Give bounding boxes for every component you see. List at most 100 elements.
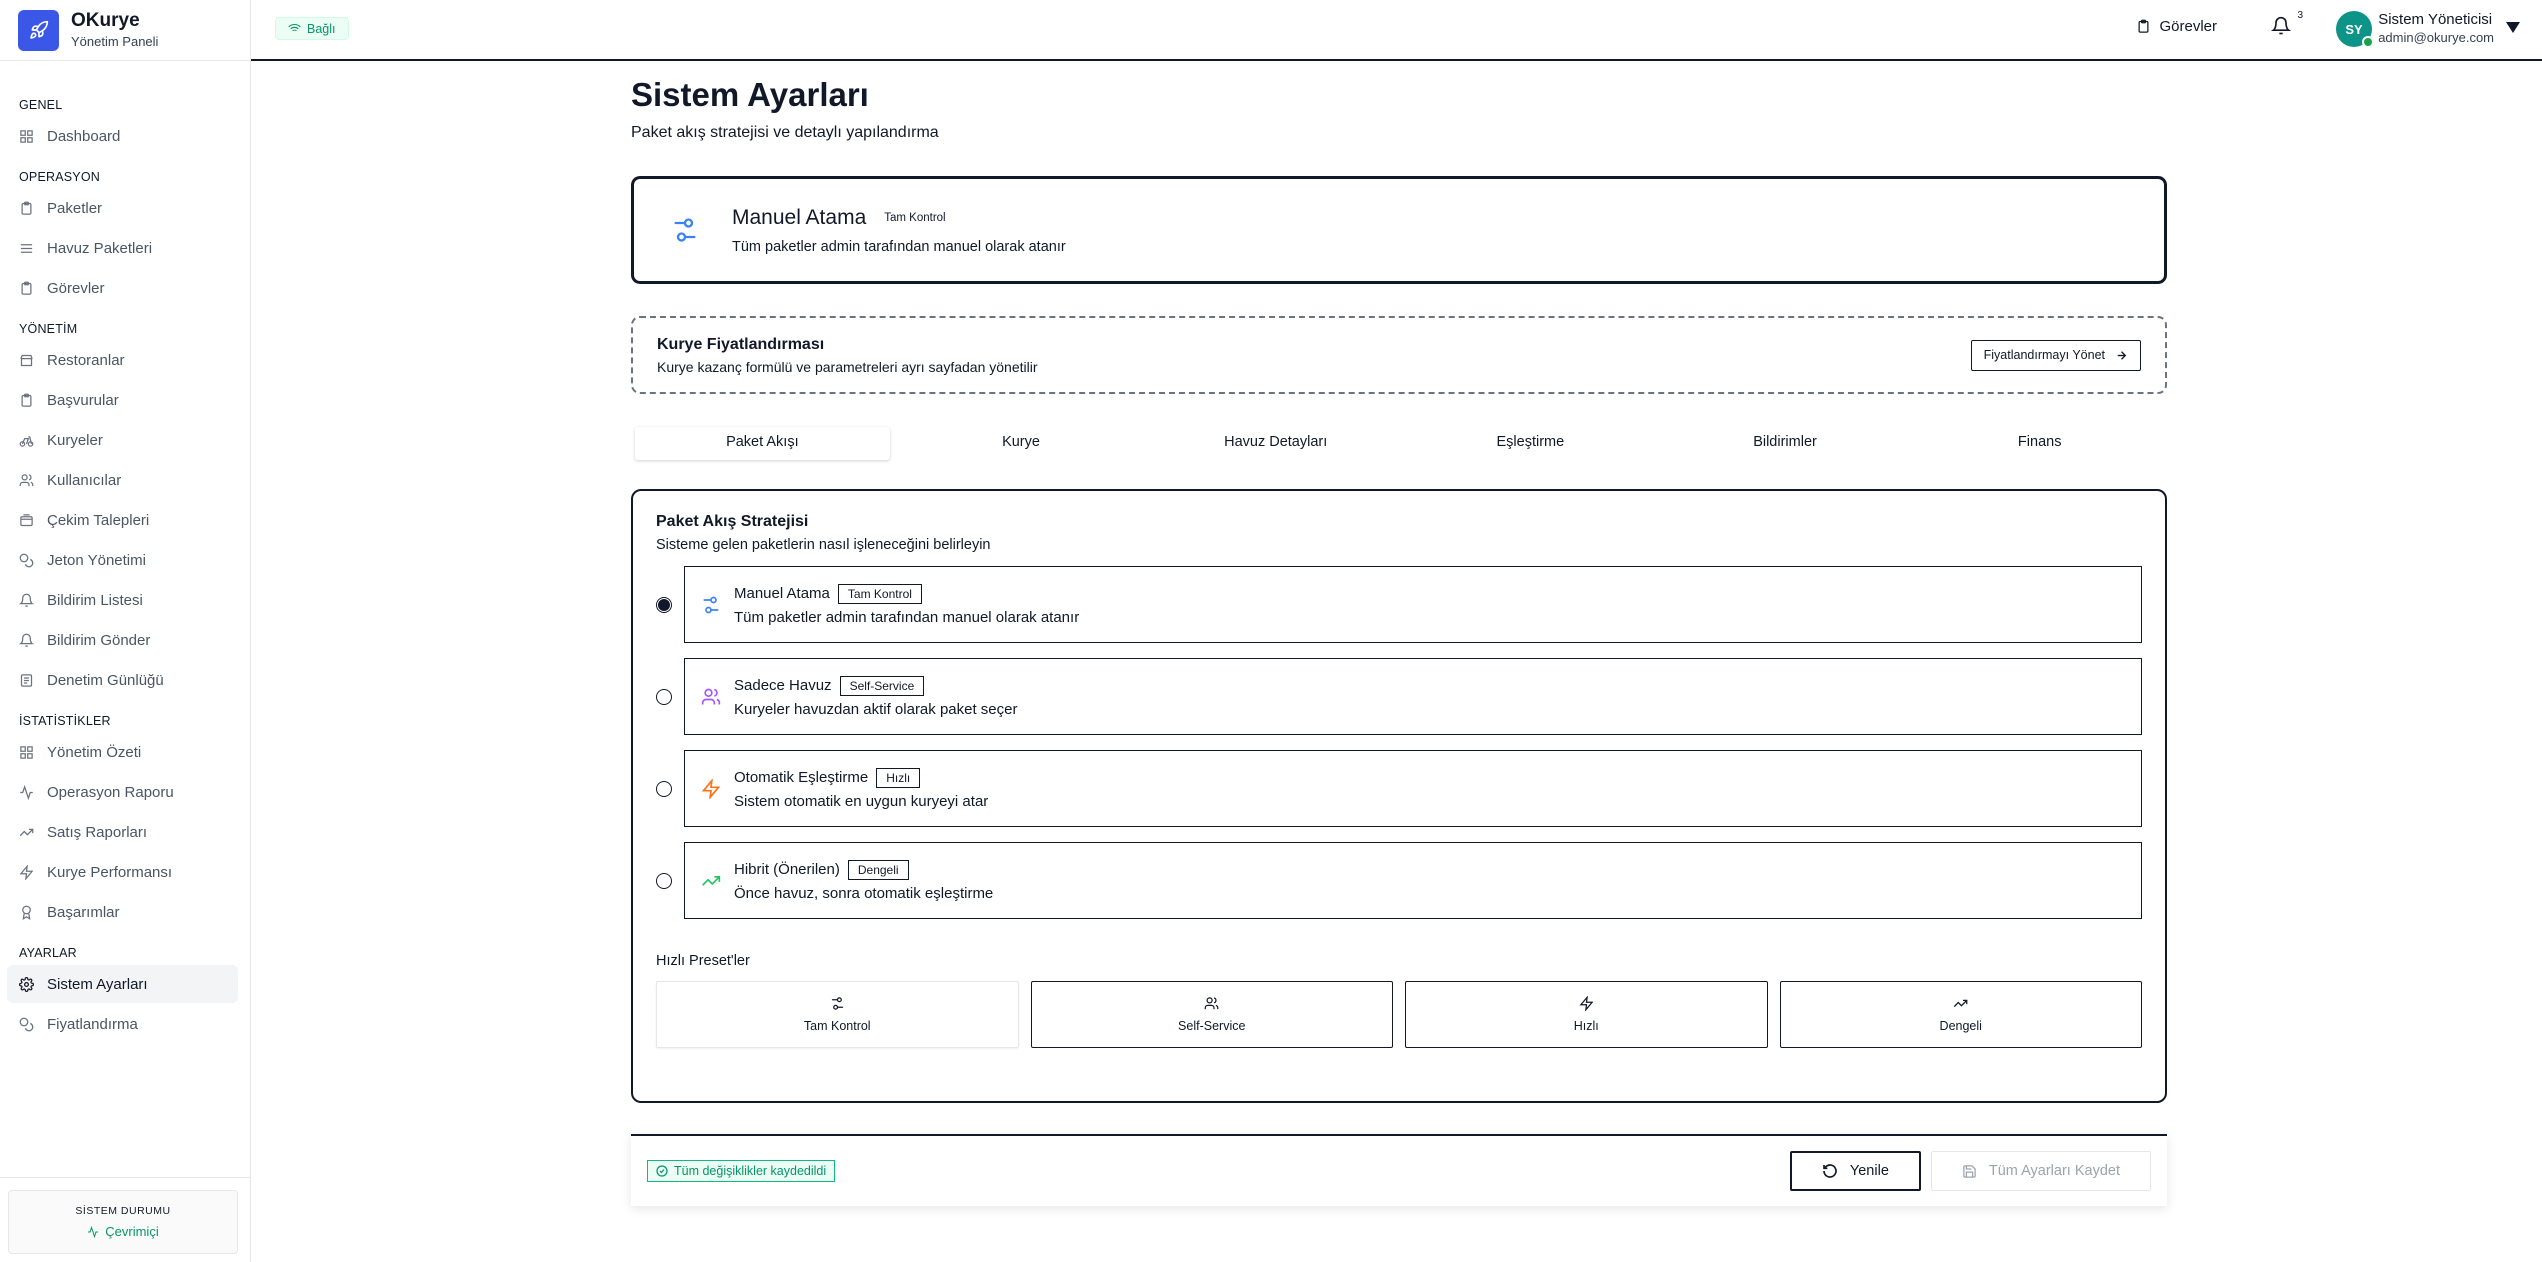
sidebar-item-gorevler[interactable]: Görevler [7, 269, 238, 307]
connection-badge: Bağlı [275, 17, 349, 40]
sliders-icon [674, 218, 696, 242]
connection-label: Bağlı [307, 21, 336, 36]
sidebar: OKurye Yönetim Paneli GENEL Dashboard OP… [0, 0, 251, 1262]
sliders-icon [831, 997, 843, 1010]
brand[interactable]: OKurye Yönetim Paneli [0, 0, 250, 61]
sidebar-item-restoranlar[interactable]: Restoranlar [7, 341, 238, 379]
preset-self-service-button[interactable]: Self-Service [1030, 981, 1393, 1048]
save-all-label: Tüm Ayarları Kaydet [1988, 1163, 2120, 1179]
sidebar-item-satis-raporlari[interactable]: Satış Raporları [7, 813, 238, 851]
sidebar-item-cekim-talepleri[interactable]: Çekim Talepleri [7, 501, 238, 539]
radio-hibrit[interactable] [656, 872, 672, 889]
tab-eslestirme[interactable]: Eşleştirme [1403, 427, 1658, 460]
current-mode-title: Manuel Atama [732, 205, 867, 229]
bell-icon [2270, 16, 2292, 35]
zap-icon [1579, 996, 1594, 1011]
sidebar-item-yonetim-ozeti[interactable]: Yönetim Özeti [7, 733, 238, 771]
sidebar-item-kuryeler[interactable]: Kuryeler [7, 421, 238, 459]
sidebar-item-label: Kuryeler [47, 431, 103, 449]
notification-count: 3 [2297, 10, 2303, 21]
sidebar-item-dashboard[interactable]: Dashboard [7, 117, 238, 155]
sidebar-item-label: Operasyon Raporu [47, 783, 174, 801]
preset-dengeli-button[interactable]: Dengeli [1779, 981, 2142, 1048]
option-desc: Önce havuz, sonra otomatik eşleştirme [734, 884, 994, 902]
option-badge: Hızlı [876, 767, 921, 788]
main-content: Sistem Ayarları Paket akış stratejisi ve… [631, 61, 2167, 1206]
bike-icon [19, 435, 34, 447]
chevron-down-icon[interactable] [2506, 22, 2520, 33]
option-hibrit[interactable]: Hibrit (Önerilen) Dengeli Önce havuz, so… [656, 842, 2142, 919]
tasks-link[interactable]: Görevler [2136, 18, 2217, 35]
sidebar-item-paketler[interactable]: Paketler [7, 189, 238, 227]
tab-bildirimler[interactable]: Bildirimler [1658, 427, 1913, 460]
sidebar-item-label: Kullanıcılar [47, 471, 122, 489]
sidebar-item-label: Kurye Performansı [47, 863, 173, 881]
sidebar-item-bildirim-gonder[interactable]: Bildirim Gönder [7, 621, 238, 659]
sidebar-item-label: Çekim Talepleri [47, 511, 150, 529]
avatar[interactable]: SY [2336, 11, 2374, 48]
refresh-icon [1823, 1164, 1837, 1178]
sidebar-item-basvurular[interactable]: Başvurular [7, 381, 238, 419]
coins-icon [19, 553, 34, 567]
arrow-right-icon [2117, 350, 2127, 360]
brand-subtitle: Yönetim Paneli [71, 34, 159, 49]
refresh-label: Yenile [1849, 1163, 1889, 1179]
sidebar-item-sistem-ayarlari[interactable]: Sistem Ayarları [7, 965, 238, 1003]
tasks-label: Görevler [2159, 18, 2217, 35]
clipboard-icon [21, 201, 32, 215]
wallet-icon [20, 513, 33, 526]
user-menu[interactable]: Sistem Yöneticisi admin@okurye.com [2378, 11, 2494, 46]
radio-manuel-atama[interactable] [656, 596, 672, 613]
flow-desc: Sisteme gelen paketlerin nasıl işleneceğ… [656, 537, 991, 553]
rocket-icon [18, 9, 59, 51]
tab-havuz-detaylari[interactable]: Havuz Detayları [1148, 427, 1403, 460]
activity-icon [20, 784, 33, 800]
option-desc: Tüm paketler admin tarafından manuel ola… [734, 608, 1080, 626]
sidebar-item-fiyatlandirma[interactable]: Fiyatlandırma [7, 1005, 238, 1043]
option-sadece-havuz[interactable]: Sadece Havuz Self-Service Kuryeler havuz… [656, 658, 2142, 735]
option-manuel-atama[interactable]: Manuel Atama Tam Kontrol Tüm paketler ad… [656, 566, 2142, 643]
refresh-button[interactable]: Yenile [1789, 1151, 1921, 1191]
radio-otomatik-eslestirme[interactable] [656, 780, 672, 797]
page-subtitle: Paket akış stratejisi ve detaylı yapılan… [631, 124, 939, 141]
current-mode-card: Manuel Atama Tam Kontrol Tüm paketler ad… [631, 176, 2167, 284]
sidebar-item-kullanicilar[interactable]: Kullanıcılar [7, 461, 238, 499]
presets: Tam Kontrol Self-Service Hızlı Dengeli [656, 981, 2142, 1048]
tab-kurye[interactable]: Kurye [894, 427, 1149, 460]
sidebar-item-basarimlar[interactable]: Başarımlar [7, 893, 238, 931]
sidebar-item-jeton-yonetimi[interactable]: Jeton Yönetimi [7, 541, 238, 579]
option-desc: Sistem otomatik en uygun kuryeyi atar [734, 792, 989, 810]
save-all-button[interactable]: Tüm Ayarları Kaydet [1930, 1151, 2151, 1191]
option-desc: Kuryeler havuzdan aktif olarak paket seç… [734, 700, 1018, 718]
option-name: Hibrit (Önerilen) [734, 861, 840, 878]
page-title: Sistem Ayarları [631, 76, 869, 113]
zap-icon [701, 778, 721, 799]
sidebar-item-operasyon-raporu[interactable]: Operasyon Raporu [7, 773, 238, 811]
sidebar-item-label: Jeton Yönetimi [47, 551, 146, 569]
save-bar: Tüm değişiklikler kaydedildi Yenile Tüm … [631, 1134, 2167, 1206]
award-icon [22, 905, 31, 920]
bell-icon [19, 633, 34, 647]
nav-section-istatistikler: İSTATİSTİKLER [19, 714, 111, 728]
tab-finans[interactable]: Finans [1912, 427, 2167, 460]
sidebar-item-label: Yönetim Özeti [47, 743, 142, 761]
notifications-button[interactable]: 3 [2270, 10, 2303, 42]
user-email: admin@okurye.com [2378, 30, 2494, 45]
tab-paket-akisi[interactable]: Paket Akışı [635, 427, 890, 460]
system-status-title: SİSTEM DURUMU [75, 1205, 171, 1217]
nav-section-genel: GENEL [19, 98, 63, 112]
radio-sadece-havuz[interactable] [656, 688, 672, 705]
list-icon [19, 593, 34, 607]
preset-tam-kontrol-button[interactable]: Tam Kontrol [656, 981, 1019, 1048]
sidebar-item-havuz-paketleri[interactable]: Havuz Paketleri [7, 229, 238, 267]
pricing-card: Kurye Fiyatlandırması Kurye kazanç formü… [631, 316, 2167, 394]
option-otomatik-eslestirme[interactable]: Otomatik Eşleştirme Hızlı Sistem otomati… [656, 750, 2142, 827]
sidebar-item-bildirim-listesi[interactable]: Bildirim Listesi [7, 581, 238, 619]
sidebar-item-kurye-performansi[interactable]: Kurye Performansı [7, 853, 238, 891]
preset-label: Tam Kontrol [803, 1019, 871, 1033]
manage-pricing-button[interactable]: Fiyatlandırmayı Yönet [1970, 339, 2141, 371]
preset-hizli-button[interactable]: Hızlı [1405, 981, 1768, 1048]
sidebar-item-denetim-gunlugu[interactable]: Denetim Günlüğü [7, 661, 238, 699]
brand-name: OKurye [71, 10, 140, 31]
current-mode-tag: Tam Kontrol [884, 211, 946, 224]
